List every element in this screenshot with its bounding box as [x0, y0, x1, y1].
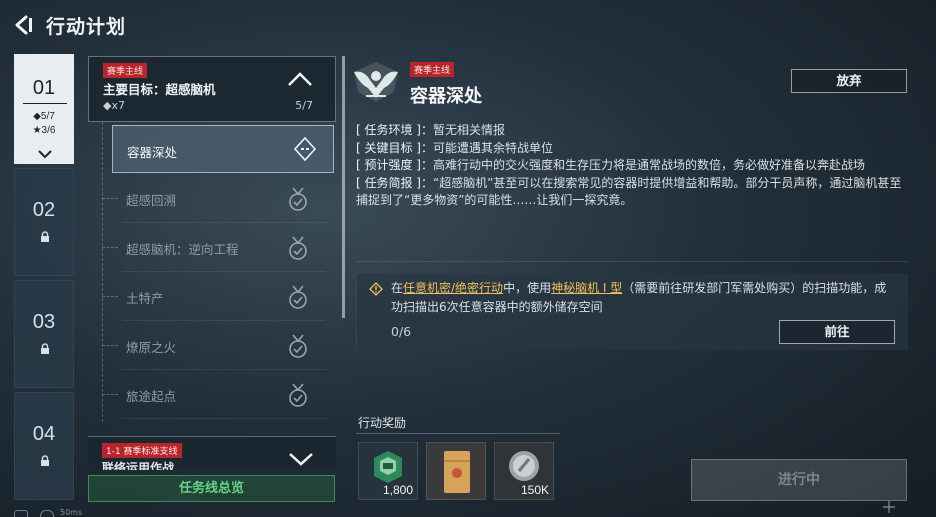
- scan-item-link[interactable]: 神秘脑机 I 型: [551, 281, 622, 295]
- tree-branch: [102, 345, 118, 346]
- desc-key: [ 任务简报 ]：: [356, 175, 433, 190]
- scan-mode-link[interactable]: 任意机密/绝密行动: [403, 281, 503, 295]
- rewards-title: 行动奖励: [358, 416, 407, 430]
- desc-value: 可能遭遇其余特战单位: [433, 140, 554, 155]
- mission-description: [ 任务环境 ]：暂无相关情报 [ 关键目标 ]：可能遭遇其余特战单位 [ 预计…: [356, 122, 911, 210]
- lock-icon: [41, 231, 49, 242]
- medal-check-icon: [289, 334, 307, 358]
- chapter-star-progress: ★3/6: [32, 125, 56, 136]
- quest-group-progress: 5/7: [295, 99, 313, 112]
- chapter-tab-03[interactable]: 03: [14, 280, 74, 388]
- season-main-tag: 赛季主线: [103, 63, 148, 78]
- quest-item-label: 超感脑机：逆向工程: [126, 242, 239, 257]
- mission-title: 容器深处: [410, 86, 482, 107]
- reward-quantity: 150K: [520, 483, 549, 497]
- quest-item[interactable]: 燎原之火: [102, 321, 326, 370]
- reward-item[interactable]: 150K: [494, 442, 554, 500]
- diamond-status-icon: [293, 136, 317, 162]
- desc-key: [ 预计强度 ]：: [356, 158, 433, 172]
- quest-group-header-2[interactable]: 1-1 赛季标准支线 联络运用作战: [88, 436, 336, 470]
- quest-item[interactable]: 超感脑机：逆向工程: [102, 223, 326, 272]
- season-side-tag: 1-1 赛季标准支线: [102, 443, 182, 458]
- quest-item-label: 旅途起点: [126, 389, 177, 404]
- quest-item-label: 土特产: [126, 291, 164, 306]
- plus-icon: [883, 501, 895, 513]
- abandon-button[interactable]: 放弃: [791, 69, 907, 93]
- in-progress-button: 进行中: [691, 459, 907, 501]
- medal-check-icon: [289, 236, 307, 260]
- desc-row-target: [ 关键目标 ]：可能遭遇其余特战单位: [356, 140, 911, 158]
- quest-group-count: ◆x7: [103, 99, 125, 112]
- green-box-icon: [374, 451, 402, 483]
- reward-item[interactable]: [426, 442, 486, 500]
- quest-item-label: 燎原之火: [126, 340, 177, 355]
- quest-item-label: 超感回溯: [126, 193, 177, 208]
- tree-branch: [102, 394, 118, 395]
- mission-detail-panel: 赛季主线 容器深处 放弃 [ 任务环境 ]：暂无相关情报 [ 关键目标 ]：可能…: [350, 54, 920, 514]
- wifi-icon: [40, 510, 54, 517]
- ping-text: 50ms: [60, 508, 83, 517]
- quest-item[interactable]: 容器深处: [112, 125, 334, 173]
- desc-value: 暂无相关情报: [433, 123, 506, 137]
- network-icon: [14, 510, 28, 517]
- rewards-divider: [356, 433, 560, 434]
- scan-task-progress: 0/6: [391, 324, 412, 339]
- chapter-divider: [23, 103, 67, 104]
- desc-key: [ 关键目标 ]：: [356, 140, 433, 155]
- scan-task-text: 在任意机密/绝密行动中，使用神秘脑机 I 型（需要前往研发部门军需处购买）的扫描…: [391, 279, 896, 317]
- chevron-down-icon[interactable]: [288, 451, 314, 467]
- reward-item[interactable]: 1,800: [358, 442, 418, 500]
- lock-icon: [41, 455, 49, 466]
- chapter-number: 02: [32, 199, 56, 221]
- desc-value: “超感脑机”甚至可以在搜索常见的容器时提供增益和帮助。部分干员声称，通过脑机甚至…: [356, 175, 902, 208]
- quest-item-label: 容器深处: [127, 145, 178, 160]
- chapter-number: 03: [32, 311, 56, 333]
- quest-overview-button[interactable]: 任务线总览: [88, 475, 335, 502]
- page-title: 行动计划: [46, 16, 127, 38]
- desc-row-environment: [ 任务环境 ]：暂无相关情报: [356, 122, 911, 140]
- lock-icon: [41, 343, 49, 354]
- quest-item[interactable]: 超感回溯: [102, 174, 326, 223]
- quest-group-title: 主要目标：超感脑机: [103, 82, 216, 97]
- quest-list: 容器深处 超感回溯 超感脑机：逆向工程 土特产 燎原之火 旅途起点: [88, 122, 336, 422]
- document-packet-icon: [444, 451, 470, 493]
- status-footer: 50ms: [14, 506, 214, 517]
- scan-text-part: 在: [391, 281, 404, 295]
- reward-quantity: 1,800: [382, 483, 413, 497]
- desc-key: [ 任务环境 ]：: [356, 123, 433, 137]
- chapter-tab-01[interactable]: 01 ◆5/7 ★3/6: [14, 54, 74, 164]
- desc-row-intensity: [ 预计强度 ]：高难行动中的交火强度和生存压力将是通常战场的数倍，务必做好准备…: [356, 157, 911, 175]
- quest-group-title: 联络运用作战: [102, 461, 175, 470]
- tree-branch: [102, 198, 118, 199]
- chapter-number: 01: [32, 77, 56, 99]
- scan-task-card: 在任意机密/绝密行动中，使用神秘脑机 I 型（需要前往研发部门军需处购买）的扫描…: [356, 274, 908, 350]
- chevron-down-icon: [38, 150, 52, 159]
- chapter-number: 04: [32, 423, 56, 445]
- tree-connector: [102, 122, 103, 422]
- tree-branch: [102, 296, 118, 297]
- info-diamond-icon: [369, 282, 383, 296]
- chevron-up-icon[interactable]: [287, 71, 313, 87]
- quest-item[interactable]: 土特产: [102, 272, 326, 321]
- silver-coin-icon: [509, 451, 539, 481]
- eagle-emblem-icon: [354, 62, 398, 102]
- medal-check-icon: [289, 187, 307, 211]
- season-main-tag: 赛季主线: [410, 62, 455, 77]
- medal-check-icon: [289, 285, 307, 309]
- chapter-tab-04[interactable]: 04: [14, 392, 74, 500]
- section-divider: [356, 261, 908, 262]
- quest-list-scrollbar[interactable]: [342, 56, 345, 318]
- quest-item[interactable]: 旅途起点: [102, 370, 326, 419]
- top-bar: 行动计划: [0, 0, 936, 48]
- medal-check-icon: [289, 383, 307, 407]
- goto-button[interactable]: 前往: [779, 320, 895, 344]
- desc-value: 高难行动中的交火强度和生存压力将是通常战场的数倍，务必做好准备以奔赴战场: [433, 158, 866, 172]
- chapter-tab-02[interactable]: 02: [14, 168, 74, 276]
- scan-text-part: 中，使用: [503, 281, 552, 295]
- quest-group-header[interactable]: 赛季主线 主要目标：超感脑机 ◆x7 5/7: [88, 56, 336, 122]
- back-arrow-icon[interactable]: [12, 14, 34, 36]
- chapter-diamond-progress: ◆5/7: [33, 111, 55, 122]
- desc-row-briefing: [ 任务简报 ]：“超感脑机”甚至可以在搜索常见的容器时提供增益和帮助。部分干员…: [356, 175, 911, 210]
- tree-branch: [102, 247, 118, 248]
